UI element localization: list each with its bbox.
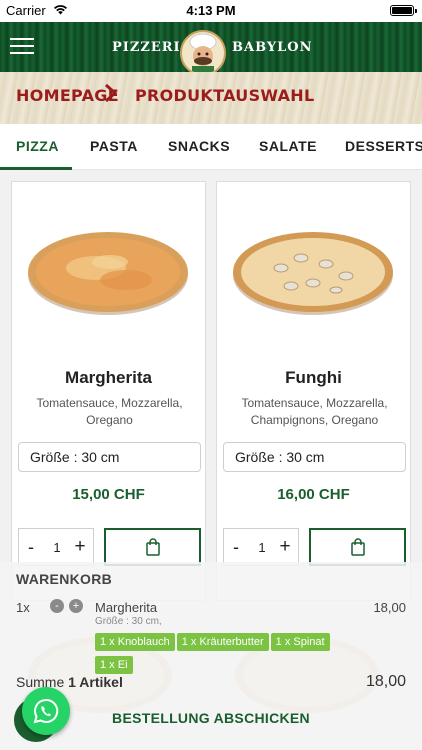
chevron-right-icon xyxy=(105,83,118,103)
extra-tag: 1 x Ei xyxy=(95,656,133,674)
decrease-button[interactable]: - xyxy=(25,537,37,558)
sum-item-count: 1 Artikel xyxy=(68,674,123,690)
pizza-margherita-image xyxy=(28,232,188,315)
extra-tag: 1 x Knoblauch xyxy=(95,633,175,651)
breadcrumb-current: PRODUKTAUSWAHL xyxy=(135,86,315,105)
product-card: Funghi Tomatensauce, Mozzarella, Champig… xyxy=(216,181,411,601)
tab-desserts[interactable]: DESSERTS xyxy=(345,138,422,154)
cart-total: 18,00 xyxy=(365,673,406,690)
cart-item-price: 18,00 xyxy=(373,600,406,615)
decrease-button[interactable]: - xyxy=(230,537,242,558)
app-header: PIZZERIA BABYLON xyxy=(0,22,422,76)
extra-tag: 1 x Spinat xyxy=(270,633,330,651)
cart-item-size: Größe : 30 cm, xyxy=(95,616,162,627)
product-description: Tomatensauce, Mozzarella, Oregano xyxy=(36,396,183,427)
cart-item-qty: 1x xyxy=(16,600,30,615)
product-price: 15,00 CHF xyxy=(72,486,145,503)
product-price: 16,00 CHF xyxy=(277,486,350,503)
clock: 4:13 PM xyxy=(186,3,236,18)
logo-text-right: BABYLON xyxy=(232,40,313,55)
shopping-bag-icon xyxy=(146,538,160,556)
quantity-stepper: - 1 + xyxy=(18,528,94,566)
tab-snacks[interactable]: SNACKS xyxy=(168,138,230,154)
checkout-button[interactable]: BESTELLUNG ABSCHICKEN xyxy=(0,710,422,726)
product-card: Margherita Tomatensauce, Mozzarella, Ore… xyxy=(11,181,206,601)
cart-increase-button[interactable]: + xyxy=(69,599,83,613)
cart-item-extras: 1 x Knoblauch 1 x Kräuterbutter 1 x Spinat… xyxy=(95,632,335,678)
breadcrumb: HOMEPAGE PRODUKTAUSWAHL xyxy=(0,72,422,124)
add-to-cart-button[interactable] xyxy=(104,528,201,566)
pizza-funghi-image xyxy=(233,232,393,315)
cart-summary: Summe 1 Artikel xyxy=(16,674,123,690)
add-to-cart-button[interactable] xyxy=(309,528,406,566)
quantity-stepper: - 1 + xyxy=(223,528,299,566)
size-select[interactable]: Größe : 30 cm xyxy=(223,442,406,472)
shopping-bag-icon xyxy=(351,538,365,556)
chef-icon[interactable] xyxy=(180,30,226,76)
quantity-value: 1 xyxy=(53,540,61,555)
quantity-value: 1 xyxy=(258,540,266,555)
tab-pasta[interactable]: PASTA xyxy=(90,138,138,154)
battery-icon xyxy=(390,5,417,16)
product-name: Funghi xyxy=(285,368,342,387)
cart-decrease-button[interactable]: - xyxy=(50,599,64,613)
increase-button[interactable]: + xyxy=(73,536,87,558)
tab-salate[interactable]: SALATE xyxy=(259,138,317,154)
product-description: Tomatensauce, Mozzarella, Champignons, O… xyxy=(241,396,388,427)
status-bar: Carrier 4:13 PM xyxy=(0,0,422,22)
cart-title: WARENKORB xyxy=(16,571,113,587)
cart-panel: WARENKORB 1x - + Margherita Größe : 30 c… xyxy=(0,562,422,750)
hamburger-menu-icon[interactable] xyxy=(10,36,34,56)
cart-item-name: Margherita xyxy=(95,600,158,615)
extra-tag: 1 x Kräuterbutter xyxy=(176,633,269,651)
product-name: Margherita xyxy=(65,368,152,387)
size-select[interactable]: Größe : 30 cm xyxy=(18,442,201,472)
increase-button[interactable]: + xyxy=(278,536,292,558)
tab-pizza[interactable]: PIZZA xyxy=(16,138,59,154)
category-tabs: PIZZA PASTA SNACKS SALATE DESSERTS xyxy=(0,124,422,170)
